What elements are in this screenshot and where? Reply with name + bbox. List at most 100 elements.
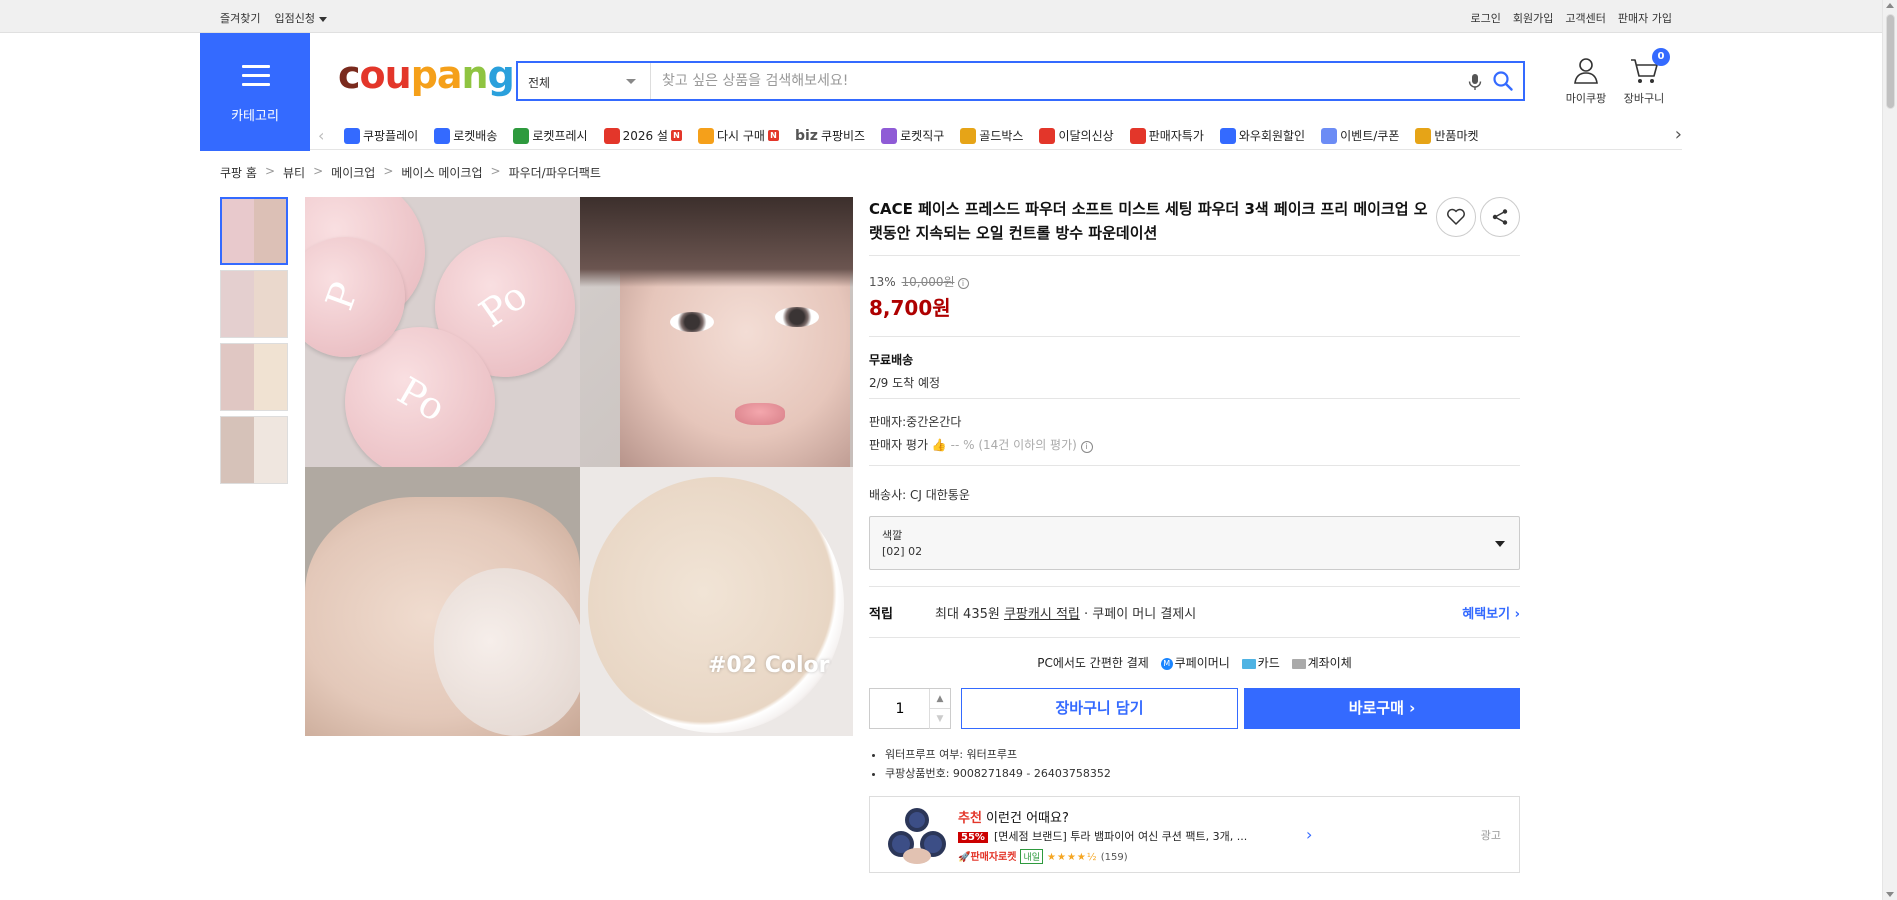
benefit-link[interactable]: 혜택보기 › [1462, 603, 1520, 622]
rating-stars: ★★★★½ [1047, 852, 1098, 863]
powder-compact-photo: #02 Color [580, 467, 853, 736]
category-nav-item[interactable]: 2026 설N [603, 127, 682, 144]
product-info-panel: CACE 페이스 프레스드 파우더 소프트 미스트 세팅 파우더 3색 페이크 … [869, 197, 1520, 873]
seller-apply-menu[interactable]: 입점신청 [274, 10, 327, 26]
quantity-up-icon[interactable]: ▲ [929, 689, 950, 709]
spec-item: 워터프루프 여부: 워터프루프 [885, 745, 1111, 764]
breadcrumb: 쿠팡 홈 > 뷰티 > 메이크업 > 베이스 메이크업 > 파우더/파우더팩트 [220, 164, 601, 181]
category-nav-item[interactable]: 이달의신상 [1039, 127, 1114, 144]
product-thumbnail[interactable] [220, 270, 288, 338]
category-nav-item[interactable]: 골드박스 [960, 127, 1023, 144]
breadcrumb-item[interactable]: 메이크업 [331, 164, 375, 181]
wishlist-button[interactable] [1436, 197, 1476, 237]
signup-link[interactable]: 회원가입 [1513, 10, 1553, 26]
coupang-logo[interactable]: coupang [338, 56, 515, 94]
user-icon [1574, 58, 1598, 84]
free-shipping-label: 무료배송 [869, 353, 914, 367]
tomorrow-badge: 내일 [1020, 849, 1044, 864]
chevron-right-icon[interactable]: › [1306, 825, 1312, 844]
color-option-select[interactable]: 색깔 [02] 02 [869, 516, 1520, 570]
cart-button[interactable]: 0 장바구니 [1612, 48, 1676, 106]
coupang-cash-link[interactable]: 쿠팡캐시 적립 [1004, 607, 1080, 622]
mycoupang-button[interactable]: 마이쿠팡 [1556, 56, 1616, 106]
bank-icon [1291, 658, 1306, 669]
seller-rating-label: 판매자 평가 [869, 438, 929, 452]
share-button[interactable] [1480, 197, 1520, 237]
product-thumbnail[interactable] [220, 343, 288, 411]
recommendation-card[interactable]: 추천 이런건 어때요? 55% [면세점 브랜드] 투라 뱀파이어 여신 쿠션 팩… [869, 796, 1520, 873]
powder-compacts-photo: Po Po P [305, 197, 580, 467]
coupon-icon [1321, 127, 1338, 144]
category-nav-item[interactable]: 다시 구매 N [697, 127, 779, 144]
caret-down-icon [318, 16, 327, 22]
microphone-icon[interactable] [1466, 72, 1484, 92]
seller-rating-value: -- % (14건 이하의 평가) [950, 438, 1077, 452]
swatch-hand-photo [305, 467, 580, 736]
category-nav-item[interactable]: 반품마켓 [1415, 127, 1479, 144]
chevron-down-icon [626, 79, 636, 84]
seller-signup-link[interactable]: 판매자 가입 [1618, 10, 1672, 26]
bookmark-link[interactable]: 즐겨찾기 [220, 10, 260, 26]
cart-count-badge: 0 [1652, 48, 1670, 66]
add-to-cart-button[interactable]: 장바구니 담기 [961, 688, 1238, 729]
product-thumbnail[interactable] [220, 416, 288, 484]
mycoupang-label: 마이쿠팡 [1565, 92, 1607, 105]
category-nav-label: 판매자특가 [1148, 129, 1204, 143]
quantity-down-icon[interactable]: ▼ [929, 709, 950, 729]
login-link[interactable]: 로그인 [1471, 10, 1501, 26]
category-nav-item[interactable]: 이벤트/쿠폰 [1321, 127, 1399, 144]
product-main-image[interactable]: Po Po P #02 Color [305, 197, 853, 736]
breadcrumb-item[interactable]: 베이스 메이크업 [401, 164, 482, 181]
breadcrumb-item[interactable]: 쿠팡 홈 [220, 164, 257, 181]
bag-icon [1039, 127, 1056, 144]
seller-name[interactable]: 판매자:중간온간다 [869, 413, 1093, 430]
info-icon[interactable]: i [1080, 441, 1093, 453]
product-specs: 워터프루프 여부: 워터프루프 쿠팡상품번호: 9008271849 - 264… [885, 745, 1111, 783]
customer-center-link[interactable]: 고객센터 [1565, 10, 1605, 26]
category-nav-item[interactable]: 로켓프레시 [513, 127, 588, 144]
coupay-icon: M [1160, 657, 1173, 670]
review-count: (159) [1100, 852, 1128, 863]
sale-price: 8,700원 [869, 296, 951, 320]
category-nav-item[interactable]: 판매자특가 [1129, 127, 1204, 144]
category-nav-label: 이달의신상 [1058, 129, 1114, 143]
page-scrollbar[interactable] [1882, 0, 1897, 900]
category-nav-item[interactable]: 와우회원할인 [1219, 127, 1305, 144]
category-menu-button[interactable]: 카테고리 [200, 33, 310, 151]
heart-icon [1447, 208, 1465, 225]
gift-icon [603, 127, 620, 144]
spec-item: 쿠팡상품번호: 9008271849 - 26403758352 [885, 764, 1111, 783]
search-input[interactable] [652, 63, 1452, 99]
scroll-up-icon[interactable] [1886, 3, 1894, 8]
rocket-fresh-icon [513, 127, 530, 144]
category-nav-label: 골드박스 [979, 129, 1024, 143]
info-icon[interactable]: i [957, 278, 969, 289]
payment-methods: PC에서도 간편한 결제 M 쿠페이머니 카드 계좌이체 [869, 654, 1520, 671]
scrollbar-thumb[interactable] [1886, 14, 1895, 109]
category-menu-label: 카테고리 [231, 109, 279, 124]
nav-prev-arrow-icon[interactable]: ‹ [318, 126, 324, 145]
quantity-input[interactable] [870, 689, 930, 728]
category-nav-item[interactable]: biz 쿠팡비즈 [795, 127, 865, 144]
original-price: 10,000원 [901, 275, 955, 289]
breadcrumb-item[interactable]: 뷰티 [283, 164, 305, 181]
category-nav-label: 로켓배송 [453, 129, 498, 143]
category-nav-item[interactable]: 로켓직구 [881, 127, 944, 144]
scroll-down-icon[interactable] [1886, 892, 1894, 897]
breadcrumb-item[interactable]: 파우더/파우더팩트 [509, 164, 601, 181]
search-scope-select[interactable]: 전체 [518, 63, 651, 99]
delivery-eta: 2/9 도착 예정 [869, 376, 941, 390]
product-thumbnail[interactable] [220, 197, 288, 265]
pay-method: 쿠페이머니 [1174, 656, 1230, 670]
category-nav-item[interactable]: 로켓배송 [434, 127, 497, 144]
pay-method: 카드 [1257, 656, 1280, 670]
category-nav-item[interactable]: 쿠팡플레이 [344, 127, 418, 144]
search-icon[interactable] [1492, 70, 1514, 92]
reward-suffix: · 쿠페이 머니 결제시 [1079, 607, 1197, 622]
thumbnail-list [220, 197, 290, 489]
wow-icon [1219, 127, 1236, 144]
buy-now-button[interactable]: 바로구매 › [1244, 688, 1520, 729]
nav-next-arrow-icon[interactable]: › [1675, 124, 1682, 145]
card-icon [1241, 658, 1256, 669]
quantity-stepper: ▲ ▼ [869, 688, 951, 729]
